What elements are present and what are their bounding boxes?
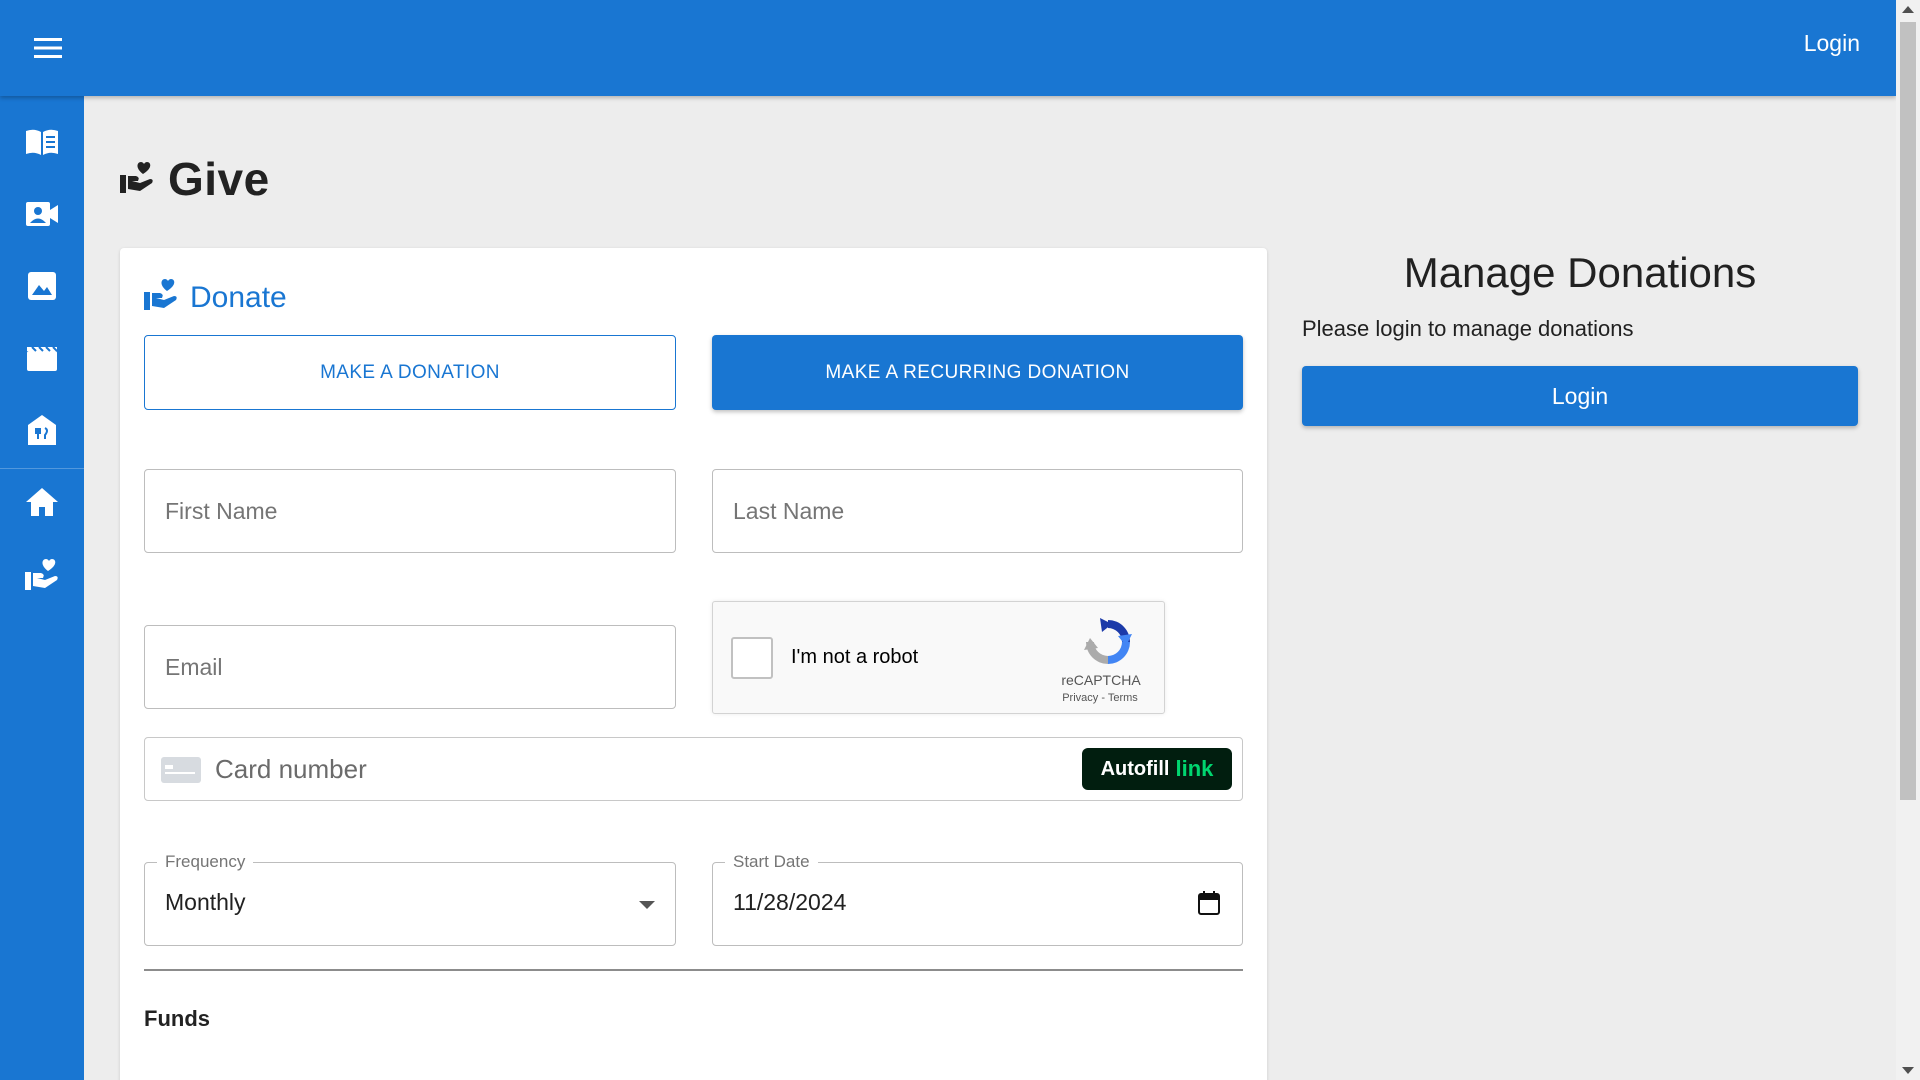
- food-bank-icon: [28, 414, 56, 450]
- recaptcha-privacy-link[interactable]: Privacy: [1062, 692, 1098, 704]
- frequency-value: Monthly: [165, 889, 246, 915]
- email-field[interactable]: [144, 625, 676, 709]
- video-call-icon: [26, 201, 58, 231]
- calendar-icon[interactable]: [1198, 891, 1220, 920]
- make-donation-button[interactable]: MAKE A DONATION: [144, 335, 676, 410]
- page-title-text: Give: [168, 153, 270, 205]
- page-scrollbar[interactable]: [1896, 0, 1920, 1080]
- sidebar-item-photos[interactable]: [0, 258, 84, 318]
- movie-icon: [27, 345, 58, 376]
- donate-card-title: Donate: [144, 278, 287, 318]
- recaptcha-label: I'm not a robot: [791, 646, 919, 668]
- volunteer-activism-icon: [120, 161, 154, 198]
- recaptcha-logo-icon: [1082, 616, 1134, 668]
- start-date-field[interactable]: Start Date 11/28/2024: [712, 852, 1243, 946]
- sidebar-item-give[interactable]: [0, 546, 84, 606]
- sidebar-item-videos[interactable]: [0, 330, 84, 390]
- scroll-down-arrow-icon[interactable]: [1902, 1067, 1914, 1074]
- scrollbar-thumb[interactable]: [1900, 22, 1916, 800]
- manage-login-button[interactable]: Login: [1302, 366, 1858, 426]
- recaptcha-brand: reCAPTCHA: [1061, 672, 1141, 688]
- recaptcha-terms-link[interactable]: Terms: [1108, 692, 1138, 704]
- donate-card: Donate MAKE A DONATION MAKE A RECURRING …: [120, 248, 1267, 1080]
- sidebar-divider: [0, 468, 84, 469]
- autofill-label: Autofill: [1100, 757, 1170, 780]
- manage-donations-title: Manage Donations: [1403, 249, 1757, 296]
- hamburger-menu-icon[interactable]: [24, 24, 72, 72]
- app-bar: Login: [0, 0, 1896, 96]
- first-name-field[interactable]: [144, 469, 676, 553]
- make-recurring-donation-button[interactable]: MAKE A RECURRING DONATION: [712, 335, 1243, 410]
- form-divider: [144, 969, 1243, 971]
- dropdown-arrow-icon[interactable]: [639, 901, 655, 909]
- recaptcha-checkbox[interactable]: [731, 637, 773, 679]
- recaptcha-links: Privacy - Terms: [1052, 692, 1148, 704]
- manage-donations-panel: Manage Donations Please login to manage …: [1302, 248, 1858, 426]
- home-icon: [26, 487, 58, 521]
- header-login-link[interactable]: Login: [1804, 30, 1860, 57]
- frequency-label: Frequency: [157, 852, 254, 872]
- last-name-field[interactable]: [712, 469, 1243, 553]
- scroll-up-arrow-icon[interactable]: [1902, 6, 1914, 13]
- email-input[interactable]: [145, 626, 675, 708]
- sidebar-item-home[interactable]: [0, 474, 84, 534]
- card-number-placeholder: Card number: [215, 754, 367, 784]
- page-title: Give: [120, 152, 270, 206]
- credit-card-icon: [161, 757, 201, 783]
- first-name-input[interactable]: [145, 470, 675, 552]
- recaptcha-links-separator: -: [1098, 692, 1108, 704]
- donate-title-text: Donate: [190, 281, 287, 314]
- start-date-label: Start Date: [725, 852, 818, 872]
- manage-donations-message: Please login to manage donations: [1302, 316, 1634, 341]
- sidebar: [0, 96, 84, 1080]
- sidebar-item-church[interactable]: [0, 402, 84, 462]
- link-logo: link: [1175, 756, 1214, 781]
- book-icon: [25, 128, 59, 161]
- sidebar-item-stream[interactable]: [0, 186, 84, 246]
- last-name-input[interactable]: [713, 470, 1242, 552]
- volunteer-activism-icon: [144, 278, 178, 318]
- recaptcha-widget: I'm not a robot reCAPTCHA Privacy - Term…: [712, 601, 1165, 714]
- autofill-link-button[interactable]: Autofill link: [1082, 748, 1232, 790]
- volunteer-activism-icon: [25, 558, 59, 595]
- start-date-value: 11/28/2024: [733, 889, 847, 915]
- card-number-field[interactable]: Card number Autofill link: [144, 737, 1243, 801]
- frequency-select[interactable]: Frequency Monthly: [144, 852, 676, 946]
- funds-heading: Funds: [144, 1006, 210, 1031]
- image-icon: [28, 271, 56, 305]
- sidebar-item-bible[interactable]: [0, 114, 84, 174]
